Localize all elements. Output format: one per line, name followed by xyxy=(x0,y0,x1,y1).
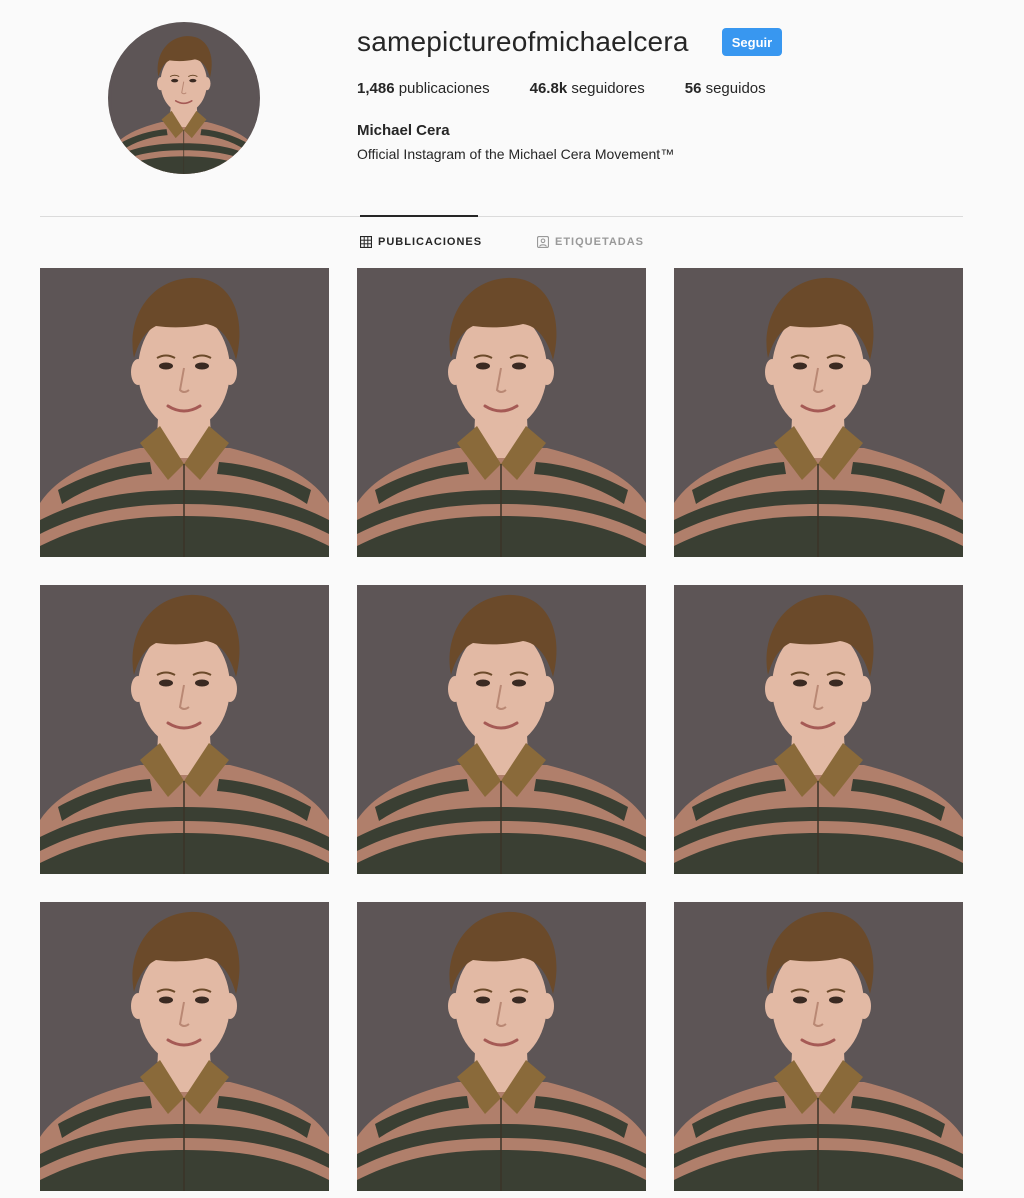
profile-stats: 1,486 publicaciones 46.8k seguidores 56 … xyxy=(357,80,806,97)
stat-followers-label: seguidores xyxy=(571,80,645,97)
post-tile[interactable] xyxy=(40,268,329,557)
tab-tagged-label: ETIQUETADAS xyxy=(555,236,645,248)
profile-bio: Official Instagram of the Michael Cera M… xyxy=(357,146,675,162)
profile-full-name: Michael Cera xyxy=(357,122,450,139)
post-image xyxy=(357,902,646,1191)
stat-following-value: 56 xyxy=(684,80,702,97)
post-image xyxy=(40,268,329,557)
stat-following-label: seguidos xyxy=(705,80,766,97)
post-tile[interactable] xyxy=(674,585,963,874)
post-tile[interactable] xyxy=(357,268,646,557)
grid-icon xyxy=(360,236,372,248)
tab-posts[interactable]: PUBLICACIONES xyxy=(360,236,482,248)
stat-posts-label: publicaciones xyxy=(398,80,490,97)
active-tab-indicator xyxy=(360,215,478,217)
tabs-divider xyxy=(40,216,963,217)
post-image xyxy=(40,902,329,1191)
avatar-portrait xyxy=(111,31,257,174)
post-image xyxy=(40,585,329,874)
profile-username: samepictureofmichaelcera xyxy=(357,26,689,57)
post-image xyxy=(674,268,963,557)
follow-button[interactable]: Seguir xyxy=(722,28,782,56)
post-image xyxy=(357,268,646,557)
stat-followers[interactable]: 46.8k seguidores xyxy=(530,80,645,97)
stat-posts-value: 1,486 xyxy=(357,80,395,97)
profile-page: samepictureofmichaelcera Seguir 1,486 pu… xyxy=(0,0,1024,1198)
post-tile[interactable] xyxy=(40,902,329,1191)
stat-posts: 1,486 publicaciones xyxy=(357,80,490,97)
post-image xyxy=(674,902,963,1191)
post-tile[interactable] xyxy=(357,585,646,874)
stat-following[interactable]: 56 seguidos xyxy=(685,80,766,97)
post-tile[interactable] xyxy=(674,902,963,1191)
post-tile[interactable] xyxy=(674,268,963,557)
tag-icon xyxy=(537,236,549,248)
post-image xyxy=(357,585,646,874)
tab-tagged[interactable]: ETIQUETADAS xyxy=(537,236,644,248)
post-tile[interactable] xyxy=(40,585,329,874)
post-tile[interactable] xyxy=(357,902,646,1191)
stat-followers-value: 46.8k xyxy=(529,80,568,97)
profile-avatar[interactable] xyxy=(108,22,260,174)
tab-posts-label: PUBLICACIONES xyxy=(378,236,483,248)
post-image xyxy=(674,585,963,874)
